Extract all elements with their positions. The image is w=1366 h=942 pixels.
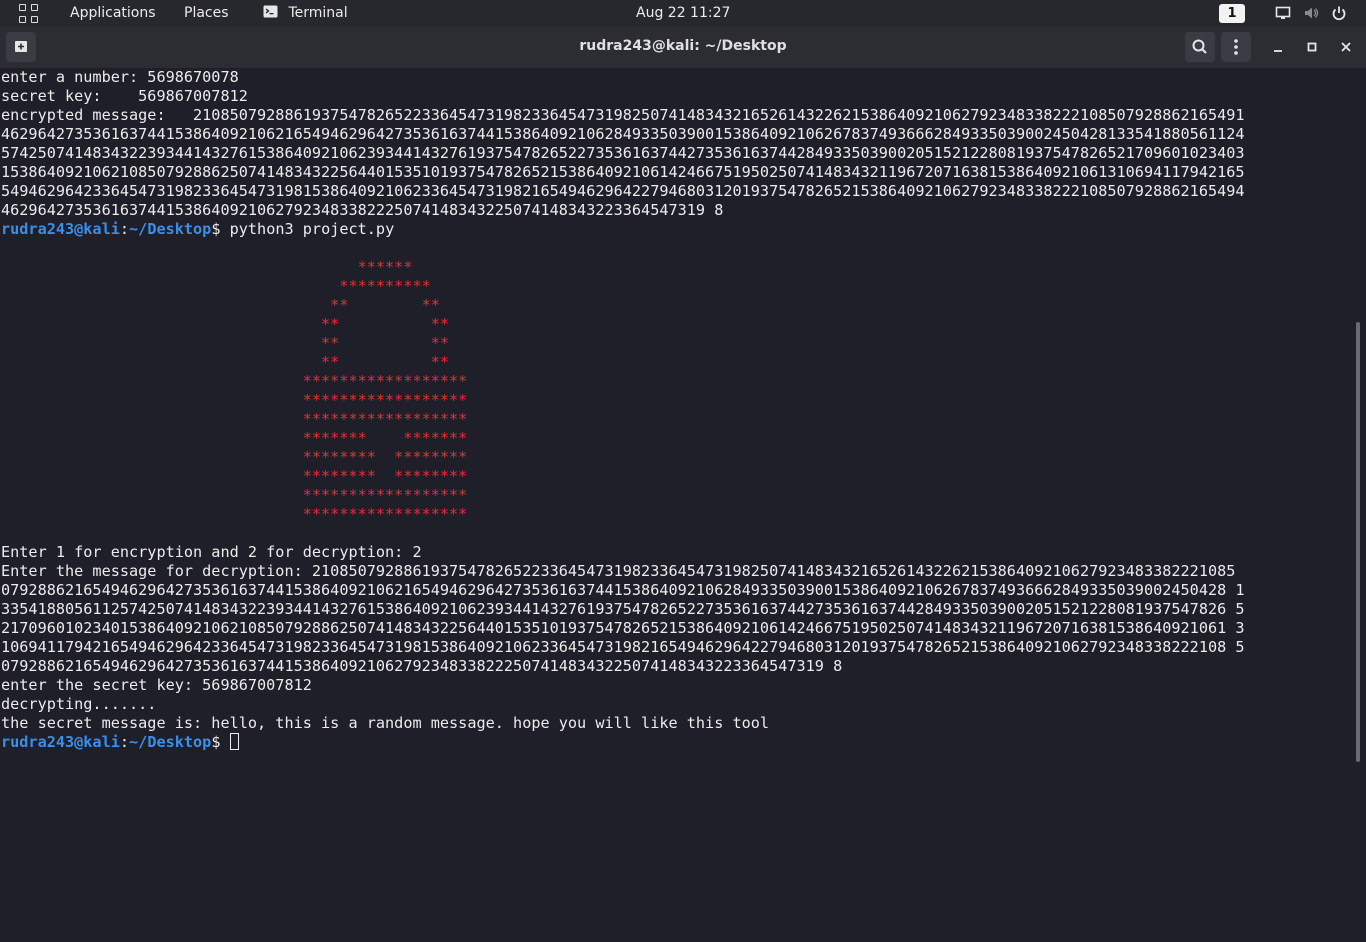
ascii-art-line: ******* ******* bbox=[1, 429, 468, 447]
search-icon bbox=[1192, 39, 1207, 54]
maximize-button[interactable] bbox=[1297, 32, 1327, 62]
ascii-art-line: ** ** bbox=[1, 296, 440, 314]
ascii-art-line: ****************** bbox=[1, 410, 468, 428]
window-title: rudra243@kali: ~/Desktop bbox=[579, 38, 787, 54]
ascii-art-line: ** ** bbox=[1, 353, 450, 371]
applications-menu[interactable]: Applications bbox=[70, 5, 156, 22]
output-line: the secret message is: hello, this is a … bbox=[1, 714, 770, 732]
terminal-app-menu[interactable]: Terminal bbox=[263, 5, 348, 22]
prompt-colon: : bbox=[119, 220, 130, 238]
top-panel: Applications Places Terminal Aug 22 11:2… bbox=[0, 0, 1366, 27]
output-line: Enter the message for decryption: 210850… bbox=[1, 562, 1236, 580]
ascii-art-line: ****************** bbox=[1, 505, 468, 523]
clock[interactable]: Aug 22 11:27 bbox=[636, 5, 730, 22]
ascii-art-line: ******** ******** bbox=[1, 448, 468, 466]
terminal-app-label: Terminal bbox=[288, 5, 348, 21]
workspace-indicator[interactable]: 1 bbox=[1219, 4, 1245, 23]
minimize-icon bbox=[1274, 50, 1282, 52]
terminal-output[interactable]: enter a number: 5698670078 secret key: 5… bbox=[0, 68, 1366, 768]
ascii-art-line: ****************** bbox=[1, 391, 468, 409]
output-line: 0792886216549462964273536163744153864092… bbox=[1, 581, 1245, 599]
output-line: secret key: 569867007812 bbox=[1, 87, 248, 105]
ascii-art-line: ** ** bbox=[1, 334, 450, 352]
output-line: 4629642735361637441538640921062165494629… bbox=[1, 125, 1245, 143]
terminal-menu-button[interactable] bbox=[1221, 32, 1251, 62]
text-cursor[interactable] bbox=[229, 733, 239, 750]
output-line: 4629642735361637441538640921062792348338… bbox=[1, 201, 724, 219]
output-line: enter the secret key: 569867007812 bbox=[1, 676, 312, 694]
ascii-art-line: ******** ******** bbox=[1, 467, 468, 485]
output-line: Enter 1 for encryption and 2 for decrypt… bbox=[1, 543, 422, 561]
power-icon[interactable] bbox=[1331, 5, 1347, 21]
prompt-user-host: rudra243@kali bbox=[1, 733, 120, 751]
output-line: 3354188056112574250741483432239344143276… bbox=[1, 600, 1245, 618]
kebab-menu-icon bbox=[1234, 39, 1238, 55]
output-line: 0792886216549462964273536163744153864092… bbox=[1, 657, 843, 675]
search-button[interactable] bbox=[1185, 32, 1215, 62]
ascii-art-line: ****************** bbox=[1, 486, 468, 504]
ascii-art-line: ****** bbox=[1, 258, 413, 276]
window-titlebar: rudra243@kali: ~/Desktop bbox=[0, 27, 1366, 68]
maximize-icon bbox=[1307, 42, 1317, 52]
prompt-colon: : bbox=[119, 733, 130, 751]
output-line: decrypting....... bbox=[1, 695, 157, 713]
output-line: 1069411794216549462964233645473198233645… bbox=[1, 638, 1245, 656]
close-icon bbox=[1341, 42, 1351, 52]
screen-icon[interactable] bbox=[1275, 5, 1291, 21]
prompt-path: ~/Desktop bbox=[129, 733, 212, 751]
ascii-art-line: ********** bbox=[1, 277, 431, 295]
apps-grid-icon[interactable] bbox=[19, 4, 38, 23]
command-text: python3 project.py bbox=[220, 220, 395, 238]
output-line: 2170960102340153864092106210850792886250… bbox=[1, 619, 1245, 637]
output-line: 5494629642336454731982336454731981538640… bbox=[1, 182, 1245, 200]
terminal-app-icon bbox=[263, 5, 278, 18]
output-line: enter a number: 5698670078 bbox=[1, 68, 239, 86]
output-line: 5742507414834322393441432761538640921062… bbox=[1, 144, 1245, 162]
prompt-dollar: $ bbox=[211, 733, 221, 751]
volume-muted-icon[interactable] bbox=[1303, 5, 1319, 21]
prompt-path: ~/Desktop bbox=[129, 220, 212, 238]
output-line: encrypted message: 210850792886193754782… bbox=[1, 106, 1245, 124]
close-button[interactable] bbox=[1331, 32, 1361, 62]
places-menu[interactable]: Places bbox=[184, 5, 229, 22]
prompt-line: rudra243@kali:~/Desktop$ python3 project… bbox=[1, 220, 394, 239]
output-line: 1538640921062108507928862507414834322564… bbox=[1, 163, 1245, 181]
scrollbar[interactable] bbox=[1356, 322, 1360, 762]
prompt-user-host: rudra243@kali bbox=[1, 220, 120, 238]
ascii-art-line: ****************** bbox=[1, 372, 468, 390]
minimize-button[interactable] bbox=[1263, 32, 1293, 62]
ascii-art-line: ** ** bbox=[1, 315, 450, 333]
prompt-line: rudra243@kali:~/Desktop$ bbox=[1, 733, 239, 752]
